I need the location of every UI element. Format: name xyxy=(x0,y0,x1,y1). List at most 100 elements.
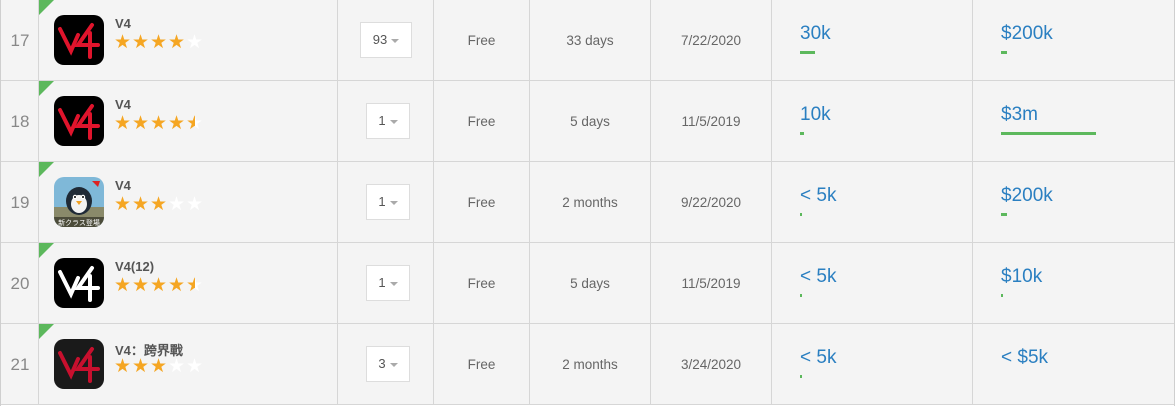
revenue-value[interactable]: $200k xyxy=(1001,185,1053,207)
revenue-cell: $200k xyxy=(973,0,1174,80)
star-icon: ★ xyxy=(186,32,204,53)
revenue-value[interactable]: $3m xyxy=(1001,104,1038,126)
downloads-bar xyxy=(800,213,802,216)
star-icon: ★ xyxy=(168,113,186,134)
star-icon: ★ xyxy=(114,113,132,134)
revenue-bar xyxy=(1001,294,1003,297)
version-dropdown[interactable]: 1 xyxy=(366,265,410,301)
rank-cell: 17 xyxy=(1,0,39,80)
star-icon: ★ xyxy=(132,356,150,377)
release-date-value: 3/24/2020 xyxy=(680,357,742,372)
v4-white-icon[interactable] xyxy=(54,258,104,308)
price-cell: Free xyxy=(434,162,530,242)
app-cell[interactable]: V4(12) ★★★★★ xyxy=(39,243,338,323)
rating-stars: ★★★★★ xyxy=(114,357,204,377)
rank-number: 18 xyxy=(10,112,30,131)
app-cell[interactable]: V4：跨界戰 ★★★★★ xyxy=(39,324,338,404)
table-row[interactable]: 18 V4 ★★★★★ 1 Free 5 days 11/5/2019 10k $3m xyxy=(1,81,1174,162)
app-ranking-table: 17 V4 ★★★★★ 93 Free 33 days 7/22/2020 30k $200k 1… xyxy=(0,0,1175,406)
price-value: Free xyxy=(467,114,496,129)
app-name[interactable]: V4(12) xyxy=(115,259,154,274)
revenue-value[interactable]: $10k xyxy=(1001,266,1042,288)
version-cell: 93 xyxy=(338,0,434,80)
revenue-value[interactable]: $200k xyxy=(1001,23,1053,45)
revenue-cell: $200k xyxy=(973,162,1174,242)
downloads-bar xyxy=(800,51,815,54)
star-icon: ★ xyxy=(132,275,150,296)
price-value: Free xyxy=(467,276,496,291)
app-name[interactable]: V4 xyxy=(115,16,131,31)
star-icon: ★ xyxy=(132,113,150,134)
downloads-value[interactable]: < 5k xyxy=(800,185,836,207)
downloads-bar xyxy=(800,132,804,135)
version-dropdown[interactable]: 93 xyxy=(360,22,412,58)
rating-stars: ★★★★★ xyxy=(114,276,204,296)
release-date-cell: 7/22/2020 xyxy=(651,0,772,80)
version-cell: 1 xyxy=(338,81,434,161)
downloads-value[interactable]: < 5k xyxy=(800,266,836,288)
release-date-value: 11/5/2019 xyxy=(681,276,741,291)
downloads-value[interactable]: 10k xyxy=(800,104,831,126)
app-name[interactable]: V4 xyxy=(115,178,131,193)
age-value: 33 days xyxy=(566,33,614,48)
star-icon: ★ xyxy=(186,194,204,215)
version-cell: 3 xyxy=(338,324,434,404)
star-icon: ★ xyxy=(168,194,186,215)
app-cell[interactable]: V4 ★★★★★ xyxy=(39,0,338,80)
table-row[interactable]: 20 V4(12) ★★★★★ 1 Free 5 days 11/5/2019 < 5k $10… xyxy=(1,243,1174,324)
star-icon: ★ xyxy=(150,275,168,296)
rank-number: 21 xyxy=(10,355,30,374)
version-dropdown[interactable]: 1 xyxy=(366,184,410,220)
version-dropdown[interactable]: 1 xyxy=(366,103,410,139)
release-date-cell: 11/5/2019 xyxy=(651,81,772,161)
v4-red-icon[interactable] xyxy=(54,15,104,65)
age-cell: 2 months xyxy=(530,162,651,242)
version-value: 3 xyxy=(378,356,386,371)
downloads-cell: < 5k xyxy=(772,243,973,323)
revenue-bar xyxy=(1001,132,1096,135)
caret-down-icon xyxy=(389,200,398,205)
v4-red-icon[interactable] xyxy=(54,96,104,146)
star-icon: ★ xyxy=(168,32,186,53)
star-icon: ★ xyxy=(132,194,150,215)
downloads-cell: < 5k xyxy=(772,324,973,404)
age-value: 5 days xyxy=(570,114,610,129)
version-cell: 1 xyxy=(338,243,434,323)
table-row[interactable]: 21 V4：跨界戰 ★★★★★ 3 Free 2 months 3/24/2020 < 5k <… xyxy=(1,324,1174,405)
downloads-value[interactable]: < 5k xyxy=(800,347,836,369)
revenue-value[interactable]: < $5k xyxy=(1001,347,1048,369)
rank-cell: 19 xyxy=(1,162,39,242)
new-flag-icon xyxy=(39,81,54,96)
app-name[interactable]: V4 xyxy=(115,97,131,112)
version-dropdown[interactable]: 3 xyxy=(366,346,410,382)
version-value: 1 xyxy=(378,194,386,209)
app-cell[interactable]: V4 ★★★★★ xyxy=(39,81,338,161)
release-date-value: 11/5/2019 xyxy=(681,114,741,129)
version-cell: 1 xyxy=(338,162,434,242)
caret-down-icon xyxy=(389,119,398,124)
rank-number: 19 xyxy=(10,193,30,212)
penguin-icon[interactable]: 新クラス登場 xyxy=(54,177,104,227)
table-row[interactable]: 17 V4 ★★★★★ 93 Free 33 days 7/22/2020 30k $200k xyxy=(1,0,1174,81)
release-date-value: 9/22/2020 xyxy=(680,195,742,210)
caret-down-icon xyxy=(389,362,398,367)
age-value: 2 months xyxy=(562,357,618,372)
rating-stars: ★★★★★ xyxy=(114,195,204,215)
version-value: 1 xyxy=(378,275,386,290)
rating-stars: ★★★★★ xyxy=(114,33,204,53)
age-value: 2 months xyxy=(562,195,618,210)
star-icon: ★ xyxy=(186,113,204,134)
table-row[interactable]: 19 新クラス登場 V4 ★★★★★ 1 Free 2 months 9/22/2020 < 5… xyxy=(1,162,1174,243)
app-cell[interactable]: 新クラス登場 V4 ★★★★★ xyxy=(39,162,338,242)
v4-dark-red-icon[interactable] xyxy=(54,339,104,389)
star-icon: ★ xyxy=(150,32,168,53)
caret-down-icon xyxy=(389,281,398,286)
downloads-value[interactable]: 30k xyxy=(800,23,831,45)
rank-number: 17 xyxy=(10,31,30,50)
rank-cell: 21 xyxy=(1,324,39,404)
price-value: Free xyxy=(467,195,496,210)
new-flag-icon xyxy=(39,0,54,15)
star-icon: ★ xyxy=(168,356,186,377)
price-value: Free xyxy=(467,33,496,48)
version-value: 1 xyxy=(378,113,386,128)
